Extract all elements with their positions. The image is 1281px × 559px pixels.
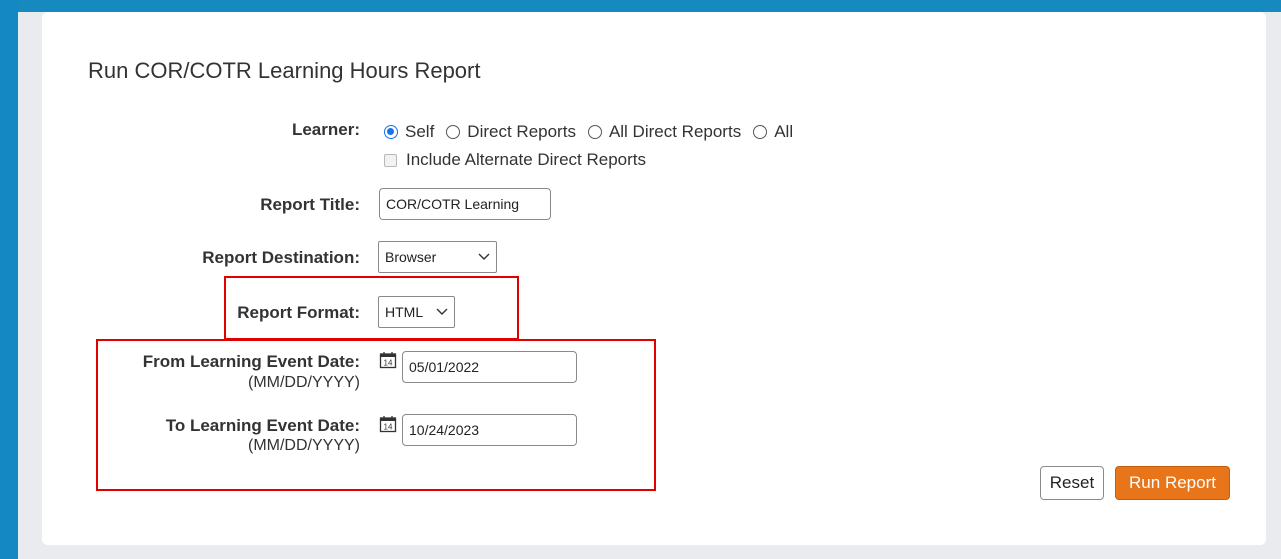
page-title: Run COR/COTR Learning Hours Report <box>88 58 481 83</box>
include-alternate-checkbox[interactable] <box>384 153 397 167</box>
run-report-button[interactable]: Run Report <box>1115 466 1230 500</box>
calendar-icon[interactable]: 14 <box>379 351 397 369</box>
report-title-label: Report Title: <box>260 195 360 214</box>
learner-radio-direct-reports-label[interactable]: Direct Reports <box>467 122 576 142</box>
report-format-value: HTML <box>385 304 424 320</box>
chevron-down-icon <box>436 308 448 315</box>
chevron-down-icon <box>478 253 490 260</box>
report-destination-select[interactable]: Browser <box>378 241 497 273</box>
include-alternate-row: Include Alternate Direct Reports <box>384 150 646 170</box>
calendar-icon[interactable]: 14 <box>379 415 397 433</box>
learner-label: Learner: <box>291 120 360 139</box>
reset-button[interactable]: Reset <box>1040 466 1104 500</box>
report-title-input[interactable]: COR/COTR Learning <box>379 188 551 220</box>
learner-radio-all-direct-reports[interactable] <box>587 125 602 139</box>
svg-text:14: 14 <box>384 359 393 368</box>
learner-radio-self-label[interactable]: Self <box>405 122 434 142</box>
from-date-input[interactable]: 05/01/2022 <box>402 351 577 383</box>
include-alternate-label[interactable]: Include Alternate Direct Reports <box>406 150 646 170</box>
report-destination-label: Report Destination: <box>202 248 360 267</box>
learner-radio-all-direct-reports-label[interactable]: All Direct Reports <box>609 122 741 142</box>
from-date-format-hint: (MM/DD/YYYY) <box>248 374 360 391</box>
learner-radio-all[interactable] <box>753 125 768 139</box>
report-format-select[interactable]: HTML <box>378 296 455 328</box>
learner-radio-group: Self Direct Reports All Direct Reports A… <box>384 122 805 142</box>
to-date-input[interactable]: 10/24/2023 <box>402 414 577 446</box>
learner-radio-self[interactable] <box>384 125 398 139</box>
to-date-format-hint: (MM/DD/YYYY) <box>248 437 360 454</box>
report-destination-value: Browser <box>385 249 437 265</box>
learner-radio-direct-reports[interactable] <box>446 125 461 139</box>
left-edge-stripe <box>0 0 18 559</box>
svg-text:14: 14 <box>384 423 393 432</box>
to-date-label: To Learning Event Date: <box>165 416 360 435</box>
learner-radio-all-label[interactable]: All <box>774 122 793 142</box>
report-format-label: Report Format: <box>237 303 360 322</box>
from-date-label: From Learning Event Date: <box>142 352 360 371</box>
